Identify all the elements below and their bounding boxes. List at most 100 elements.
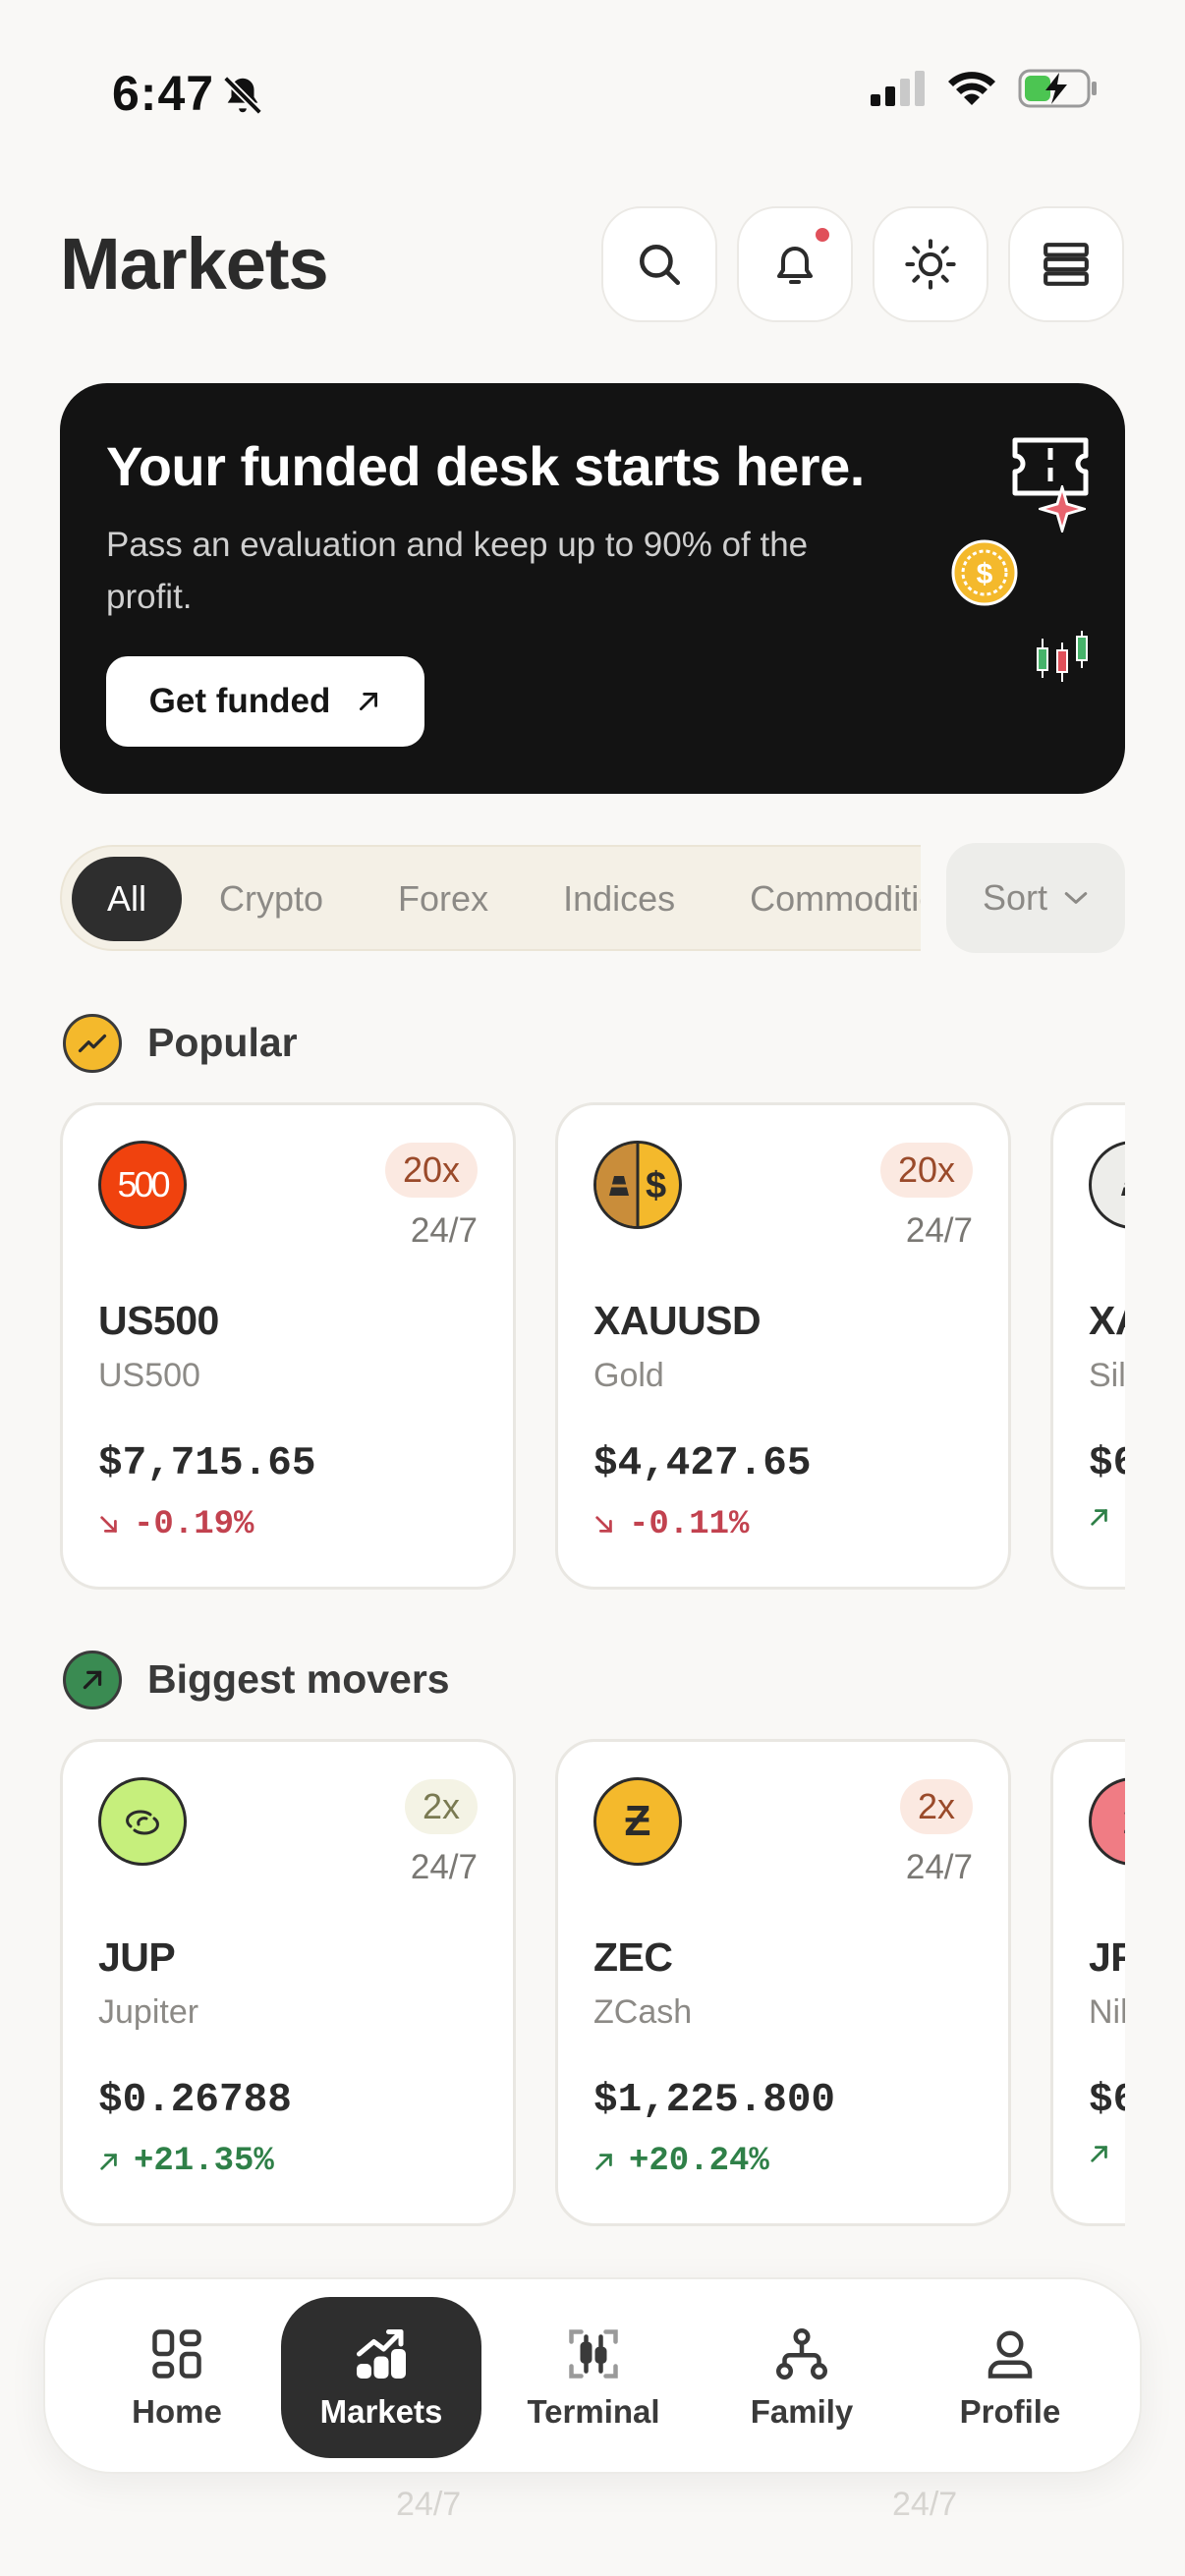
tab-commodities[interactable]: Commodities bbox=[712, 857, 921, 941]
search-button[interactable] bbox=[601, 206, 717, 322]
arrow-up-right-icon bbox=[100, 2154, 117, 2170]
nav-markets[interactable]: Markets bbox=[281, 2297, 481, 2458]
price-change bbox=[1089, 2143, 1110, 2164]
arrow-up-right-icon bbox=[1091, 1509, 1107, 1526]
price: $1,225.800 bbox=[593, 2078, 836, 2123]
faded-availability: 24/7 bbox=[892, 2486, 958, 2523]
bottom-navigation: Home Markets Terminal Family Profile bbox=[43, 2277, 1142, 2474]
instrument-name: ZCash bbox=[593, 1993, 693, 2031]
sparkle-icon bbox=[1039, 485, 1086, 532]
availability: 24/7 bbox=[410, 1211, 478, 1250]
status-time: 6:47 bbox=[112, 66, 215, 121]
arrow-up-right-icon bbox=[1091, 2146, 1107, 2162]
battery-icon bbox=[1018, 69, 1097, 108]
menu-button[interactable] bbox=[1008, 206, 1124, 322]
sort-label: Sort bbox=[982, 877, 1048, 918]
price: $0.26788 bbox=[98, 2078, 292, 2123]
market-card-xauusd[interactable]: $ 20x 24/7 XAUUSD Gold $4,427.65 -0.11% bbox=[555, 1102, 1011, 1590]
candles-icon bbox=[569, 2329, 618, 2379]
notification-dot bbox=[812, 224, 833, 246]
get-funded-button[interactable]: Get funded bbox=[106, 656, 424, 747]
chart-up-icon bbox=[357, 2329, 406, 2379]
jp-coin-icon: 2 bbox=[1089, 1777, 1125, 1866]
arrow-up-right-badge-icon bbox=[63, 1651, 122, 1709]
svg-text:$: $ bbox=[977, 558, 993, 590]
grid-icon bbox=[152, 2329, 201, 2379]
trend-icon bbox=[63, 1014, 122, 1073]
chevron-down-icon bbox=[1064, 892, 1088, 904]
wifi-icon bbox=[948, 72, 995, 105]
sort-button[interactable]: Sort bbox=[946, 843, 1125, 953]
mute-bell-icon bbox=[223, 76, 262, 115]
leverage-badge: 2x bbox=[899, 1779, 973, 1834]
market-card-xagusd[interactable]: XA Sil $6 bbox=[1050, 1102, 1125, 1590]
price: $6 bbox=[1089, 2078, 1125, 2123]
price-change: -0.19% bbox=[98, 1506, 254, 1543]
market-card-zec[interactable]: Ƶ 2x 24/7 ZEC ZCash $1,225.800 +20.24% bbox=[555, 1739, 1011, 2226]
gold-coin-icon: $ bbox=[593, 1141, 682, 1229]
user-icon bbox=[988, 2330, 1033, 2379]
tab-indices[interactable]: Indices bbox=[526, 857, 712, 941]
arrow-up-right-icon bbox=[360, 693, 378, 710]
tab-forex[interactable]: Forex bbox=[361, 857, 526, 941]
theme-toggle-button[interactable] bbox=[873, 206, 988, 322]
signal-icon bbox=[871, 71, 925, 106]
market-card-jup[interactable]: 2x 24/7 JUP Jupiter $0.26788 +21.35% bbox=[60, 1739, 516, 2226]
status-indicators bbox=[871, 69, 1099, 108]
instrument-name: Sil bbox=[1089, 1357, 1125, 1394]
bell-icon bbox=[777, 247, 813, 284]
market-card-us500[interactable]: 500 20x 24/7 US500 US500 $7,715.65 -0.19… bbox=[60, 1102, 516, 1590]
price-change: -0.11% bbox=[593, 1506, 749, 1543]
banner-title: Your funded desk starts here. bbox=[106, 435, 865, 497]
sun-icon bbox=[905, 239, 956, 290]
symbol: JP bbox=[1089, 1934, 1125, 1980]
price-change bbox=[1089, 1506, 1110, 1528]
funded-banner[interactable]: Your funded desk starts here. Pass an ev… bbox=[60, 383, 1125, 794]
instrument-name: Jupiter bbox=[98, 1993, 199, 2031]
price: $6 bbox=[1089, 1441, 1125, 1486]
symbol: JUP bbox=[98, 1934, 176, 1980]
nav-family[interactable]: Family bbox=[705, 2297, 898, 2458]
jupiter-coin-icon bbox=[98, 1777, 187, 1866]
faded-availability: 24/7 bbox=[396, 2486, 462, 2523]
symbol: XA bbox=[1089, 1298, 1125, 1343]
market-card-jp[interactable]: 2 JP Nil $6 bbox=[1050, 1739, 1125, 2226]
nav-home[interactable]: Home bbox=[81, 2297, 273, 2458]
silver-coin-icon bbox=[1089, 1141, 1125, 1229]
notifications-button[interactable] bbox=[737, 206, 853, 322]
us500-coin-icon: 500 bbox=[98, 1141, 187, 1229]
market-filter-tabs[interactable]: All Crypto Forex Indices Commodities bbox=[60, 845, 921, 951]
availability: 24/7 bbox=[905, 1848, 973, 1886]
stack-menu-icon bbox=[1044, 243, 1089, 286]
leverage-badge: 2x bbox=[404, 1779, 478, 1834]
availability: 24/7 bbox=[905, 1211, 973, 1250]
tab-all[interactable]: All bbox=[72, 857, 183, 941]
page-title: Markets bbox=[60, 223, 329, 305]
popular-cards-row[interactable]: 500 20x 24/7 US500 US500 $7,715.65 -0.19… bbox=[60, 1102, 1125, 1594]
popular-title: Popular bbox=[147, 1020, 298, 1065]
biggest-movers-title: Biggest movers bbox=[147, 1656, 450, 1702]
tree-icon bbox=[776, 2328, 827, 2380]
price: $4,427.65 bbox=[593, 1441, 812, 1486]
zcash-coin-icon: Ƶ bbox=[593, 1777, 682, 1866]
nav-profile[interactable]: Profile bbox=[914, 2297, 1106, 2458]
symbol: US500 bbox=[98, 1298, 219, 1343]
get-funded-label: Get funded bbox=[148, 682, 331, 720]
nav-terminal[interactable]: Terminal bbox=[497, 2297, 690, 2458]
leverage-badge: 20x bbox=[384, 1143, 478, 1198]
symbol: XAUUSD bbox=[593, 1298, 762, 1343]
arrow-down-right-icon bbox=[100, 1516, 117, 1533]
arrow-up-right-icon bbox=[595, 2154, 612, 2170]
price: $7,715.65 bbox=[98, 1441, 316, 1486]
banner-subtitle: Pass an evaluation and keep up to 90% of… bbox=[106, 526, 809, 616]
dollar-coin-icon: $ bbox=[951, 539, 1018, 606]
price-change: +20.24% bbox=[593, 2143, 769, 2180]
movers-cards-row[interactable]: 2x 24/7 JUP Jupiter $0.26788 +21.35% Ƶ 2… bbox=[60, 1739, 1125, 2230]
arrow-down-right-icon bbox=[595, 1516, 612, 1533]
symbol: ZEC bbox=[593, 1934, 673, 1980]
tab-crypto[interactable]: Crypto bbox=[182, 857, 361, 941]
instrument-name: Nil bbox=[1089, 1993, 1125, 2031]
leverage-badge: 20x bbox=[879, 1143, 973, 1198]
price-change: +21.35% bbox=[98, 2143, 274, 2180]
instrument-name: US500 bbox=[98, 1357, 200, 1394]
